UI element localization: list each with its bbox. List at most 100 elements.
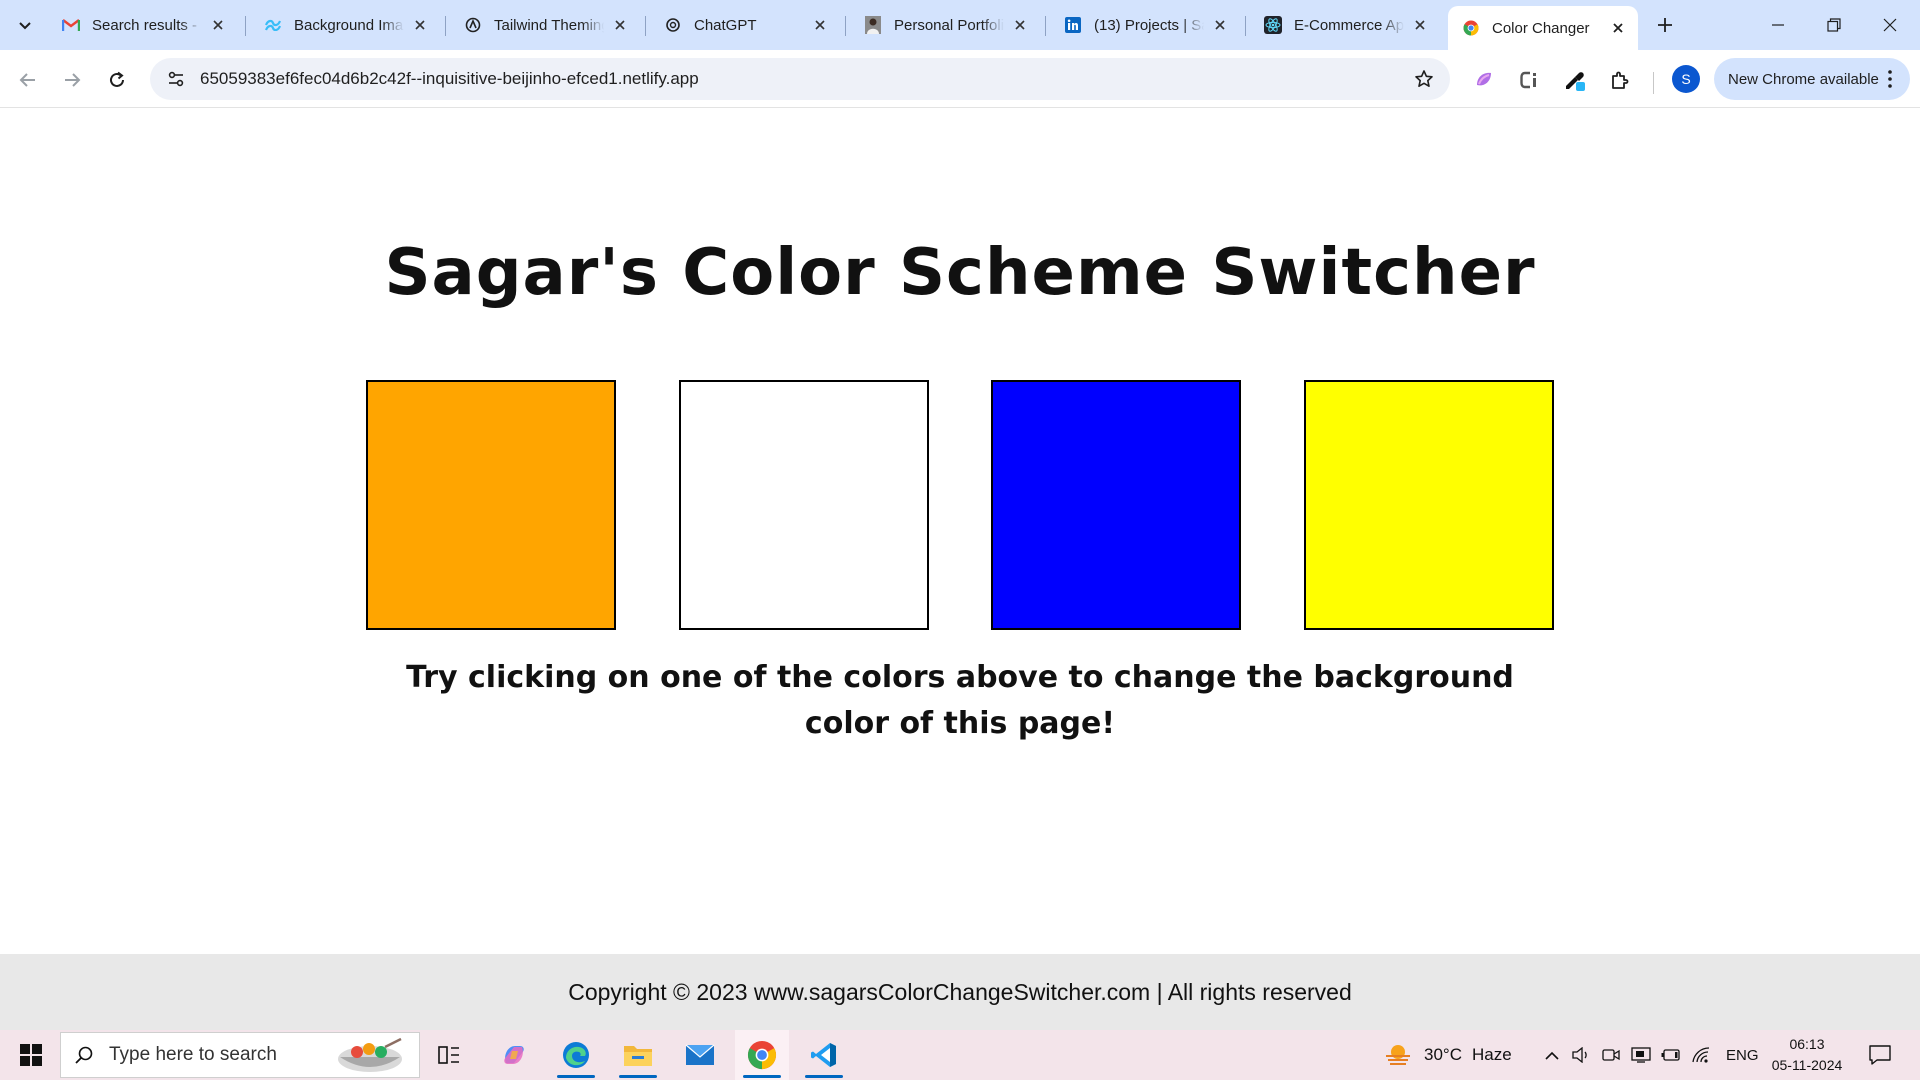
tab-separator (845, 16, 846, 36)
address-bar[interactable]: 65059383ef6fec04d6b2c42f--inquisitive-be… (150, 58, 1450, 100)
running-indicator (619, 1075, 657, 1078)
reload-button[interactable] (101, 64, 133, 96)
tab-gmail[interactable]: Search results - s (48, 6, 238, 44)
search-placeholder: Type here to search (109, 1044, 277, 1065)
tab-title: (13) Projects | Sa (1094, 16, 1204, 34)
bookmark-star-icon[interactable] (1404, 58, 1444, 100)
running-indicator (743, 1075, 781, 1078)
tab-ecommerce-app[interactable]: E-Commerce Ap (1250, 6, 1440, 44)
tab-strip: Search results - s Background Ima Tailwi… (0, 0, 1920, 50)
new-chrome-available-button[interactable]: New Chrome available (1714, 58, 1910, 100)
system-tray: ENG (1538, 1030, 1759, 1080)
restore-icon (1827, 18, 1841, 32)
url-text[interactable]: 65059383ef6fec04d6b2c42f--inquisitive-be… (200, 69, 1404, 89)
tab-linkedin-projects[interactable]: (13) Projects | Sa (1050, 6, 1240, 44)
extension-copilot-icon[interactable] (1468, 64, 1500, 96)
tab-title: Tailwind Theming (494, 16, 604, 34)
tab-background-image[interactable]: Background Ima (250, 6, 440, 44)
swatch-blue[interactable] (991, 380, 1241, 630)
tab-title: Background Ima (294, 16, 404, 34)
clock[interactable]: 06:13 05-11-2024 (1762, 1034, 1852, 1076)
tab-title: ChatGPT (694, 16, 757, 34)
linkedin-icon (1064, 16, 1082, 34)
toolbar-divider (1653, 72, 1654, 94)
gmail-icon (62, 16, 80, 34)
swatch-white[interactable] (679, 380, 929, 630)
profile-avatar[interactable]: S (1672, 65, 1700, 93)
chevron-up-icon[interactable] (1538, 1050, 1566, 1060)
taskbar-copilot[interactable] (487, 1030, 541, 1080)
site-info-icon[interactable] (156, 58, 196, 100)
close-icon[interactable] (610, 15, 630, 35)
tab-search-button[interactable] (8, 8, 42, 42)
close-window-button[interactable] (1862, 0, 1918, 50)
theming-icon (464, 16, 482, 34)
new-tab-button[interactable] (1650, 10, 1680, 40)
search-icon (61, 1032, 107, 1078)
minimize-button[interactable] (1750, 0, 1806, 50)
taskbar-vscode[interactable] (797, 1030, 851, 1080)
update-chip-label: New Chrome available (1728, 70, 1879, 88)
swatch-orange[interactable] (366, 380, 616, 630)
portrait-icon (864, 16, 882, 34)
copyright-text: Copyright © 2023 www.sagarsColorChangeSw… (568, 978, 1352, 1005)
tab-chatgpt[interactable]: ChatGPT (650, 6, 840, 44)
chevron-down-icon (19, 22, 31, 30)
speaker-icon[interactable] (1566, 1047, 1596, 1063)
close-icon[interactable] (1410, 15, 1430, 35)
language-indicator[interactable]: ENG (1726, 1047, 1759, 1064)
taskbar-search-box[interactable]: Type here to search (60, 1032, 420, 1078)
notifications-button[interactable] (1860, 1040, 1900, 1070)
tab-title: Search results - s (92, 16, 202, 34)
weather-widget[interactable]: 30°C Haze (1384, 1030, 1512, 1080)
clock-date: 05-11-2024 (1771, 1057, 1843, 1073)
chrome-icon (747, 1040, 777, 1070)
back-button[interactable] (12, 64, 44, 96)
extension-ci-icon[interactable] (1513, 64, 1545, 96)
close-icon[interactable] (410, 15, 430, 35)
tailwind-icon (264, 16, 282, 34)
meet-now-icon[interactable] (1596, 1047, 1626, 1063)
tab-tailwind-theming[interactable]: Tailwind Theming (450, 6, 640, 44)
footer: Copyright © 2023 www.sagarsColorChangeSw… (0, 954, 1920, 1030)
taskbar: Type here to search 30°C Haze ENG 06:13 … (0, 1030, 1920, 1080)
chatgpt-icon (664, 16, 682, 34)
tab-title: E-Commerce Ap (1294, 16, 1404, 34)
close-icon[interactable] (1010, 15, 1030, 35)
start-button[interactable] (6, 1030, 56, 1080)
taskbar-file-explorer[interactable] (611, 1030, 665, 1080)
extensions-puzzle-icon[interactable] (1604, 64, 1636, 96)
minimize-icon (1772, 24, 1784, 26)
mail-icon (685, 1044, 715, 1065)
tab-separator (1045, 16, 1046, 36)
clock-time: 06:13 (1789, 1036, 1825, 1052)
close-icon[interactable] (1210, 15, 1230, 35)
battery-icon[interactable] (1656, 1048, 1686, 1062)
weather-condition: Haze (1471, 1045, 1512, 1064)
tab-separator (1245, 16, 1246, 36)
tab-color-changer[interactable]: Color Changer (1448, 6, 1638, 50)
taskbar-mail[interactable] (673, 1030, 727, 1080)
more-vert-icon[interactable] (1880, 68, 1900, 90)
chrome-icon (1462, 19, 1480, 37)
close-icon[interactable] (1608, 18, 1628, 38)
restore-button[interactable] (1806, 0, 1862, 50)
close-icon[interactable] (208, 15, 228, 35)
browser-toolbar: 65059383ef6fec04d6b2c42f--inquisitive-be… (0, 50, 1920, 108)
close-icon[interactable] (810, 15, 830, 35)
haze-icon (1386, 1045, 1410, 1065)
taskbar-edge[interactable] (549, 1030, 603, 1080)
extension-colorpicker-icon[interactable] (1559, 64, 1591, 96)
tab-personal-portfolio[interactable]: Personal Portfolio (850, 6, 1040, 44)
arrow-right-icon (65, 73, 81, 87)
react-icon (1264, 16, 1282, 34)
display-icon[interactable] (1626, 1047, 1656, 1063)
notification-icon (1869, 1045, 1891, 1065)
copilot-icon (504, 1046, 524, 1064)
taskbar-chrome[interactable] (735, 1030, 789, 1080)
wifi-icon[interactable] (1686, 1047, 1716, 1063)
swatch-yellow[interactable] (1304, 380, 1554, 630)
running-indicator (557, 1075, 595, 1078)
forward-button[interactable] (56, 64, 88, 96)
taskbar-task-view[interactable] (422, 1030, 476, 1080)
